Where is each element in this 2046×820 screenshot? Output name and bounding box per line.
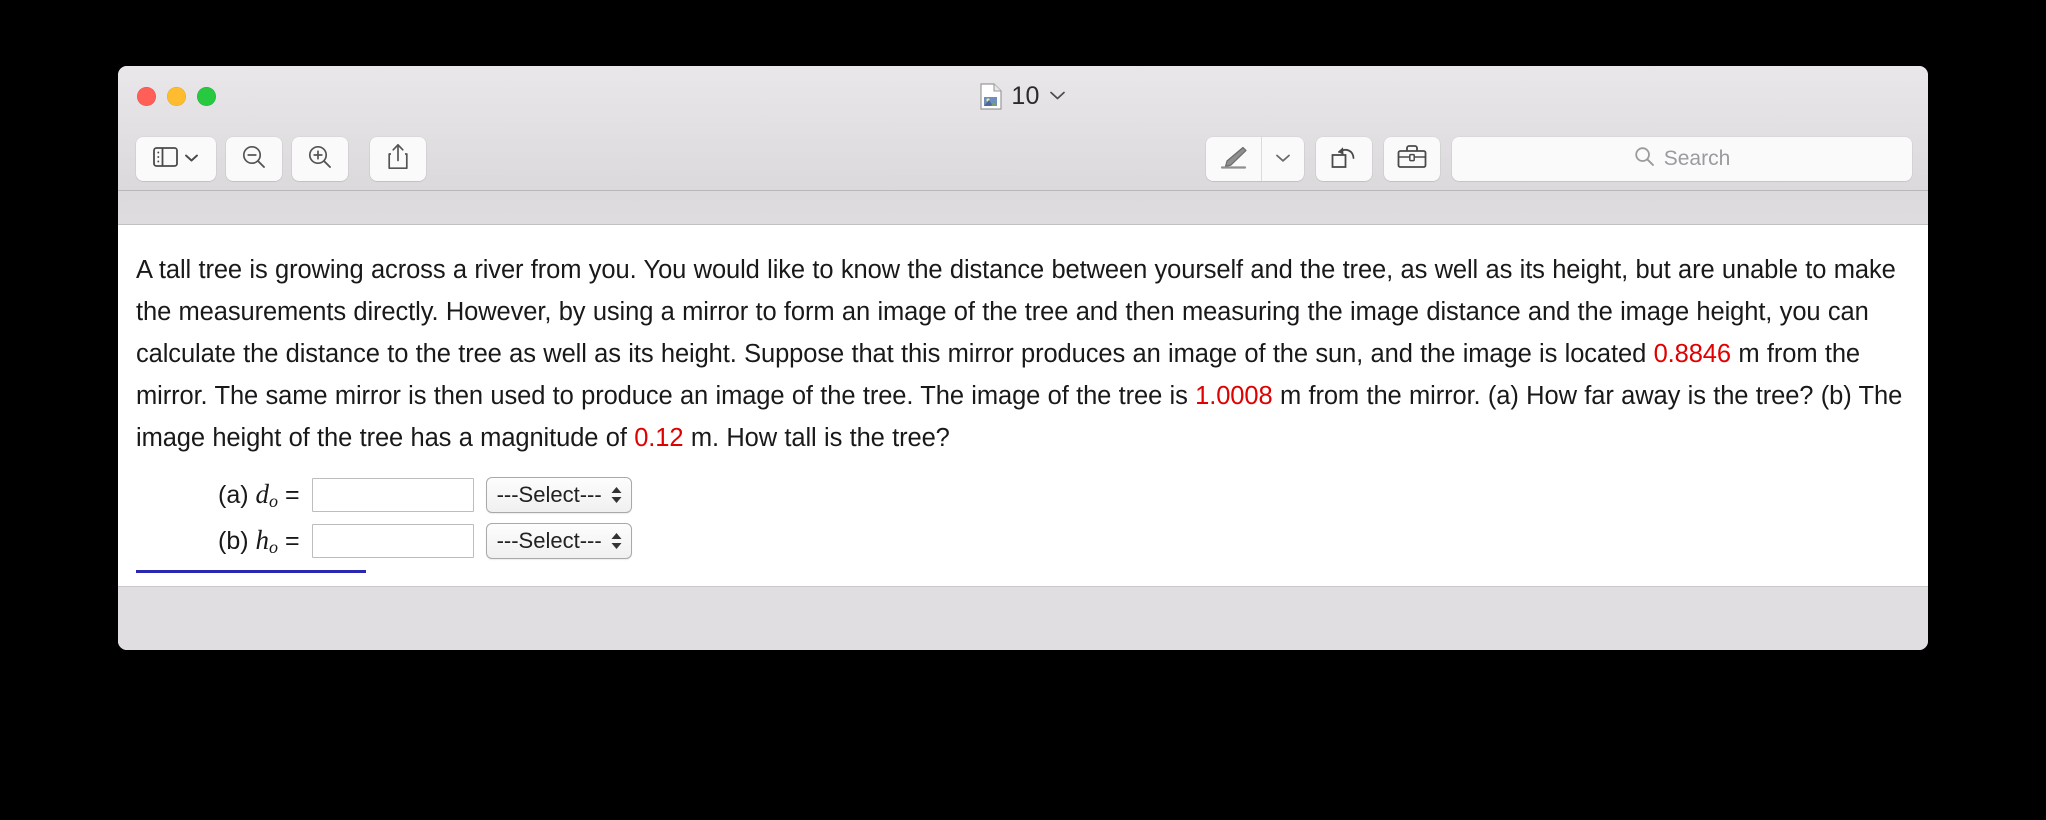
- section-divider: [136, 570, 366, 573]
- sidebar-icon: [153, 146, 178, 172]
- answer-prefix-a: (a): [218, 480, 249, 509]
- highlight-options-button[interactable]: [1262, 137, 1304, 181]
- question-value-image-height: 0.12: [634, 424, 684, 452]
- markup-toolbox-icon: [1397, 144, 1427, 174]
- window-footer-band: [118, 586, 1928, 650]
- highlight-button[interactable]: [1206, 137, 1262, 181]
- answer-symbol-b: h: [255, 524, 270, 555]
- rotate-left-icon: [1330, 144, 1358, 175]
- answer-unit-select-b-value: ---Select---: [496, 528, 602, 553]
- answer-label-a: (a) do =: [218, 479, 300, 512]
- share-button[interactable]: [370, 137, 426, 181]
- question-text-part4: m. How tall is the tree?: [683, 424, 950, 452]
- answer-equals-b: =: [284, 526, 300, 555]
- answer-input-b[interactable]: [311, 524, 474, 558]
- rotate-button[interactable]: [1316, 137, 1372, 181]
- answer-unit-select-a[interactable]: ---Select---: [485, 477, 632, 513]
- answer-symbol-a: d: [255, 478, 270, 509]
- answer-row-a: (a) do = ---Select---: [218, 472, 1928, 518]
- answer-subscript-a: o: [269, 490, 279, 511]
- question-text-part1: A tall tree is growing across a river fr…: [136, 256, 1896, 368]
- search-icon: [1634, 146, 1655, 172]
- toolbar-left-group: [136, 137, 426, 181]
- toolbar-sub-band: [118, 191, 1928, 225]
- sidebar-toggle-button[interactable]: [136, 137, 216, 181]
- preview-document-icon: [980, 83, 1002, 110]
- answer-unit-select-b[interactable]: ---Select---: [485, 523, 632, 559]
- chevron-down-icon[interactable]: [1049, 88, 1066, 106]
- window-title: 10: [1011, 82, 1040, 110]
- answer-subscript-b: o: [269, 536, 279, 557]
- chevron-down-icon: [1275, 150, 1291, 168]
- document-page: A tall tree is growing across a river fr…: [118, 225, 1928, 586]
- stepper-arrows-icon: [610, 486, 623, 504]
- stepper-arrows-icon: [610, 532, 623, 550]
- search-input[interactable]: Search: [1452, 137, 1912, 181]
- zoom-in-icon: [307, 144, 333, 175]
- preview-window: 10 Search A tall tree is growing across …: [118, 66, 1928, 650]
- highlighter-pen-icon: [1219, 145, 1248, 174]
- chevron-down-icon: [184, 150, 199, 168]
- window-title-group[interactable]: 10: [118, 82, 1928, 111]
- window-titlebar: 10: [118, 66, 1928, 128]
- answer-input-a[interactable]: [311, 478, 474, 512]
- question-paragraph: A tall tree is growing across a river fr…: [136, 249, 1914, 459]
- answer-prefix-b: (b): [218, 526, 249, 555]
- highlight-split-button[interactable]: [1206, 137, 1304, 181]
- answer-label-b: (b) ho =: [218, 525, 300, 558]
- window-toolbar: Search: [118, 128, 1928, 191]
- answer-fields: (a) do = ---Select--- (b) ho = ---Select…: [118, 472, 1928, 564]
- search-placeholder: Search: [1663, 147, 1731, 170]
- answer-unit-select-a-value: ---Select---: [496, 482, 602, 507]
- markup-toolbox-button[interactable]: [1384, 137, 1440, 181]
- question-value-image-distance-tree: 1.0008: [1195, 382, 1273, 410]
- answer-equals-a: =: [284, 480, 300, 509]
- zoom-out-icon: [241, 144, 267, 175]
- toolbar-right-group: Search: [1206, 137, 1912, 181]
- zoom-in-button[interactable]: [292, 137, 348, 181]
- question-value-image-distance-sun: 0.8846: [1653, 340, 1732, 368]
- answer-row-b: (b) ho = ---Select---: [218, 518, 1928, 564]
- zoom-out-button[interactable]: [226, 137, 282, 181]
- share-icon: [387, 143, 409, 175]
